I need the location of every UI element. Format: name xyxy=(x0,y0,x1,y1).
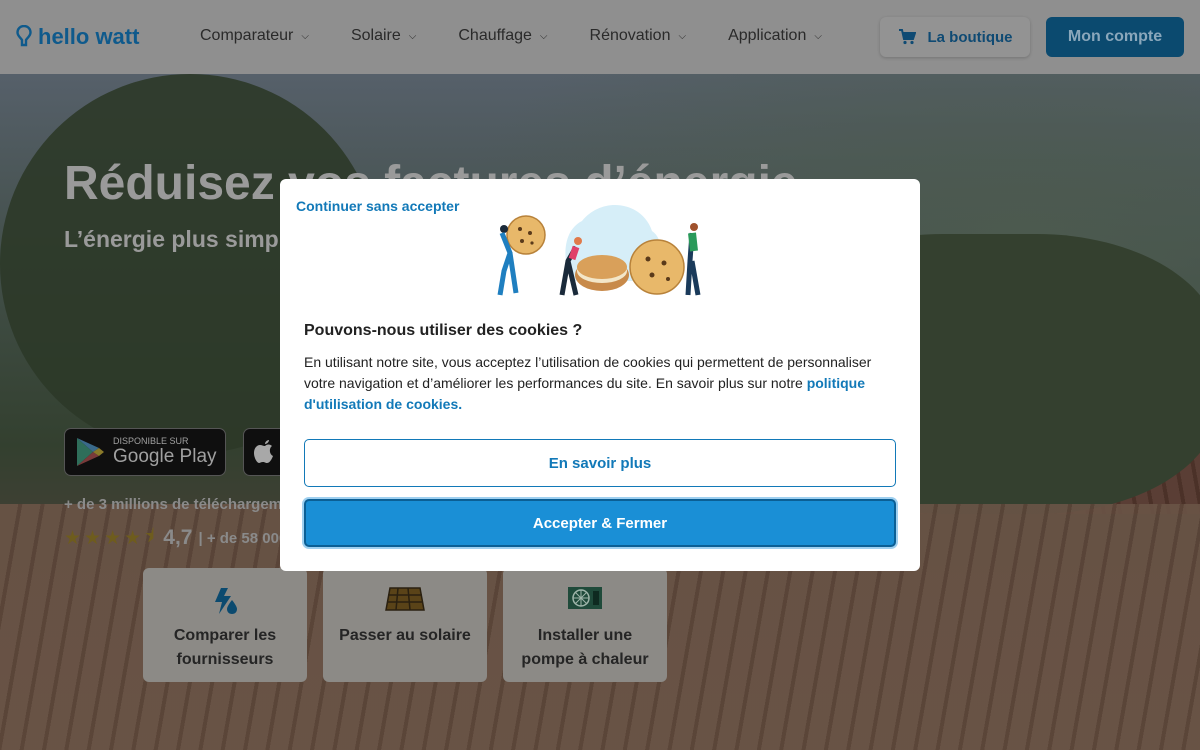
cookie-consent-modal: Continuer sans accepter Pouvons-nous uti… xyxy=(280,179,920,571)
nav-label: Chauffage xyxy=(458,27,532,44)
nav-item-solaire[interactable]: Solaire ⌵ xyxy=(351,27,416,45)
half-star-icon: ⯨ xyxy=(144,526,155,547)
nav-label: Solaire xyxy=(350,27,401,44)
chevron-down-icon: ⌵ xyxy=(814,30,822,42)
google-play-small: DISPONIBLE SUR xyxy=(113,436,189,446)
card-heat-pump[interactable]: Installer une pompe à chaleur xyxy=(503,568,667,682)
nav-label: Application xyxy=(728,27,807,44)
card-label: Comparer les fournisseurs xyxy=(173,627,277,668)
solar-panel-icon xyxy=(323,586,487,616)
heat-pump-icon xyxy=(503,586,667,616)
nav-item-chauffage[interactable]: Chauffage ⌵ xyxy=(458,27,547,45)
modal-text: En utilisant notre site, vous acceptez l… xyxy=(304,354,872,391)
star-icon: ★ xyxy=(84,527,102,549)
google-play-icon xyxy=(77,438,104,466)
continue-without-accepting-link[interactable]: Continuer sans accepter xyxy=(296,198,459,214)
hero-subtitle: L’énergie plus simple xyxy=(64,226,298,252)
chevron-down-icon: ⌵ xyxy=(539,30,548,42)
cart-icon xyxy=(898,29,916,45)
nav-label: Comparateur xyxy=(200,27,294,44)
shop-label: La boutique xyxy=(927,28,1013,46)
modal-description: En utilisant notre site, vous acceptez l… xyxy=(304,352,894,415)
star-icon: ★ xyxy=(64,527,82,549)
nav-item-comparateur[interactable]: Comparateur ⌵ xyxy=(200,27,309,45)
logo[interactable]: hello watt xyxy=(16,24,139,50)
google-play-badge[interactable]: DISPONIBLE SUR Google Play xyxy=(64,428,226,476)
card-compare-suppliers[interactable]: Comparer les fournisseurs xyxy=(143,568,307,682)
google-play-big: Google Play xyxy=(113,446,217,467)
logo-text: hello watt xyxy=(38,24,140,49)
site-header: hello watt Comparateur ⌵ Solaire ⌵ Chauffa… xyxy=(0,0,1200,74)
chevron-down-icon: ⌵ xyxy=(678,30,687,42)
account-button[interactable]: Mon compte xyxy=(1046,17,1184,57)
location-pin-icon xyxy=(16,25,32,47)
energy-icon xyxy=(143,586,307,616)
rating-value: 4,7 xyxy=(163,526,193,549)
main-nav: Comparateur ⌵ Solaire ⌵ Chauffage ⌵ Rénovat… xyxy=(200,27,864,45)
learn-more-button[interactable]: En savoir plus xyxy=(304,439,896,487)
chevron-down-icon: ⌵ xyxy=(301,30,309,42)
chevron-down-icon: ⌵ xyxy=(408,30,417,42)
apple-icon xyxy=(254,440,273,463)
star-icon: ★ xyxy=(124,527,142,549)
card-solar[interactable]: Passer au solaire xyxy=(323,568,487,682)
accept-and-close-button[interactable]: Accepter & Fermer xyxy=(304,499,896,547)
star-icon: ★ xyxy=(104,527,122,549)
cookies-illustration xyxy=(497,204,701,296)
nav-label: Rénovation xyxy=(589,27,671,44)
downloads-count: + de 3 millions de téléchargements xyxy=(64,496,313,513)
modal-title: Pouvons-nous utiliser des cookies ? xyxy=(304,322,583,339)
shop-button[interactable]: La boutique xyxy=(880,17,1030,57)
google-play-text: DISPONIBLE SUR Google Play xyxy=(113,436,217,468)
nav-item-renovation[interactable]: Rénovation ⌵ xyxy=(590,27,687,45)
card-label: Passer au solaire xyxy=(339,627,471,644)
card-label: Installer une pompe à chaleur xyxy=(521,627,649,668)
nav-item-application[interactable]: Application ⌵ xyxy=(728,27,822,45)
